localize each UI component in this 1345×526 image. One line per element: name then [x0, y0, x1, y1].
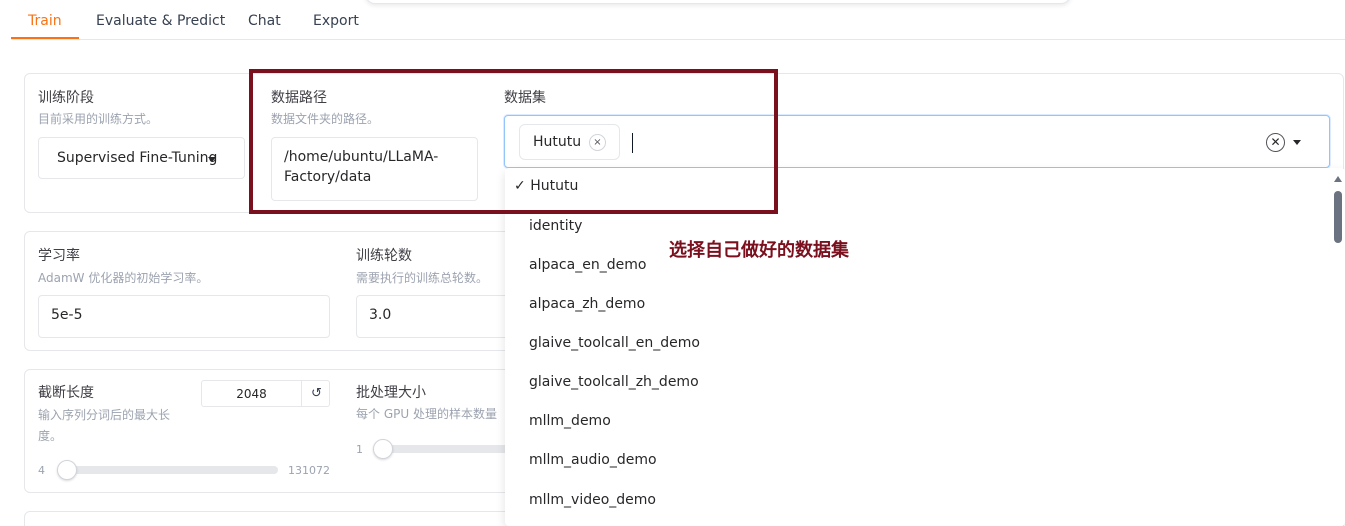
annotation-highlight-box	[249, 69, 778, 214]
cutoff-len-max: 131072	[288, 464, 330, 477]
training-stage-select[interactable]: Supervised Fine-Tuning	[38, 137, 245, 179]
chevron-down-icon[interactable]	[1293, 140, 1301, 145]
batch-size-slider-handle[interactable]	[373, 439, 393, 459]
dataset-option-alpaca-en-demo[interactable]: alpaca_en_demo	[529, 257, 646, 273]
dropdown-scrollbar[interactable]	[1334, 191, 1342, 243]
reset-icon[interactable]: ↺	[301, 381, 331, 406]
dataset-option-glaive-toolcall-zh-demo[interactable]: glaive_toolcall_zh_demo	[529, 374, 699, 390]
epochs-info: 需要执行的训练总轮数。	[356, 271, 489, 285]
tab-evaluate-predict[interactable]: Evaluate & Predict	[96, 13, 225, 29]
cutoff-len-info: 输入序列分词后的最大长度。	[38, 408, 171, 443]
dataset-option-glaive-toolcall-en-demo[interactable]: glaive_toolcall_en_demo	[529, 335, 700, 351]
learning-rate-label: 学习率	[38, 248, 80, 264]
batch-size-label: 批处理大小	[356, 385, 426, 401]
active-tab-underline	[11, 37, 79, 39]
dataset-option-mllm-audio-demo[interactable]: mllm_audio_demo	[529, 452, 657, 468]
chevron-down-icon	[208, 157, 216, 162]
clear-icon[interactable]: ✕	[1266, 133, 1285, 152]
cutoff-len-slider-track[interactable]	[58, 466, 278, 474]
scroll-up-icon[interactable]	[1334, 176, 1342, 182]
training-stage-info: 目前采用的训练方式。	[38, 112, 159, 126]
training-stage-value: Supervised Fine-Tuning	[57, 150, 218, 166]
batch-size-info: 每个 GPU 处理的样本数量	[356, 407, 497, 421]
cutoff-len-min: 4	[38, 464, 45, 477]
dataset-option-identity[interactable]: identity	[529, 218, 582, 234]
tab-chat[interactable]: Chat	[248, 13, 281, 29]
annotation-text: 选择自己做好的数据集	[669, 240, 849, 261]
cutoff-len-label: 截断长度	[38, 385, 94, 401]
batch-size-slider-track[interactable]	[374, 445, 509, 453]
epochs-input[interactable]: 3.0	[356, 295, 516, 338]
cutoff-len-value[interactable]: 2048	[202, 387, 301, 401]
cutoff-len-number: 2048 ↺	[201, 380, 330, 407]
epochs-label: 训练轮数	[356, 248, 412, 264]
cutoff-len-slider-handle[interactable]	[57, 460, 77, 480]
learning-rate-input[interactable]: 5e-5	[38, 295, 330, 338]
batch-size-min: 1	[356, 443, 363, 456]
dataset-option-alpaca-zh-demo[interactable]: alpaca_zh_demo	[529, 296, 645, 312]
training-stage-label: 训练阶段	[38, 90, 94, 106]
tab-bar: Train Evaluate & Predict Chat Export	[11, 0, 1345, 40]
tab-export[interactable]: Export	[313, 13, 359, 29]
dataset-option-mllm-video-demo[interactable]: mllm_video_demo	[529, 492, 656, 508]
dataset-option-mllm-demo[interactable]: mllm_demo	[529, 413, 611, 429]
dataset-dropdown-list: ✓ Hututu identity alpaca_en_demo alpaca_…	[505, 168, 1345, 526]
tab-train[interactable]: Train	[28, 13, 62, 29]
learning-rate-info: AdamW 优化器的初始学习率。	[38, 271, 209, 285]
